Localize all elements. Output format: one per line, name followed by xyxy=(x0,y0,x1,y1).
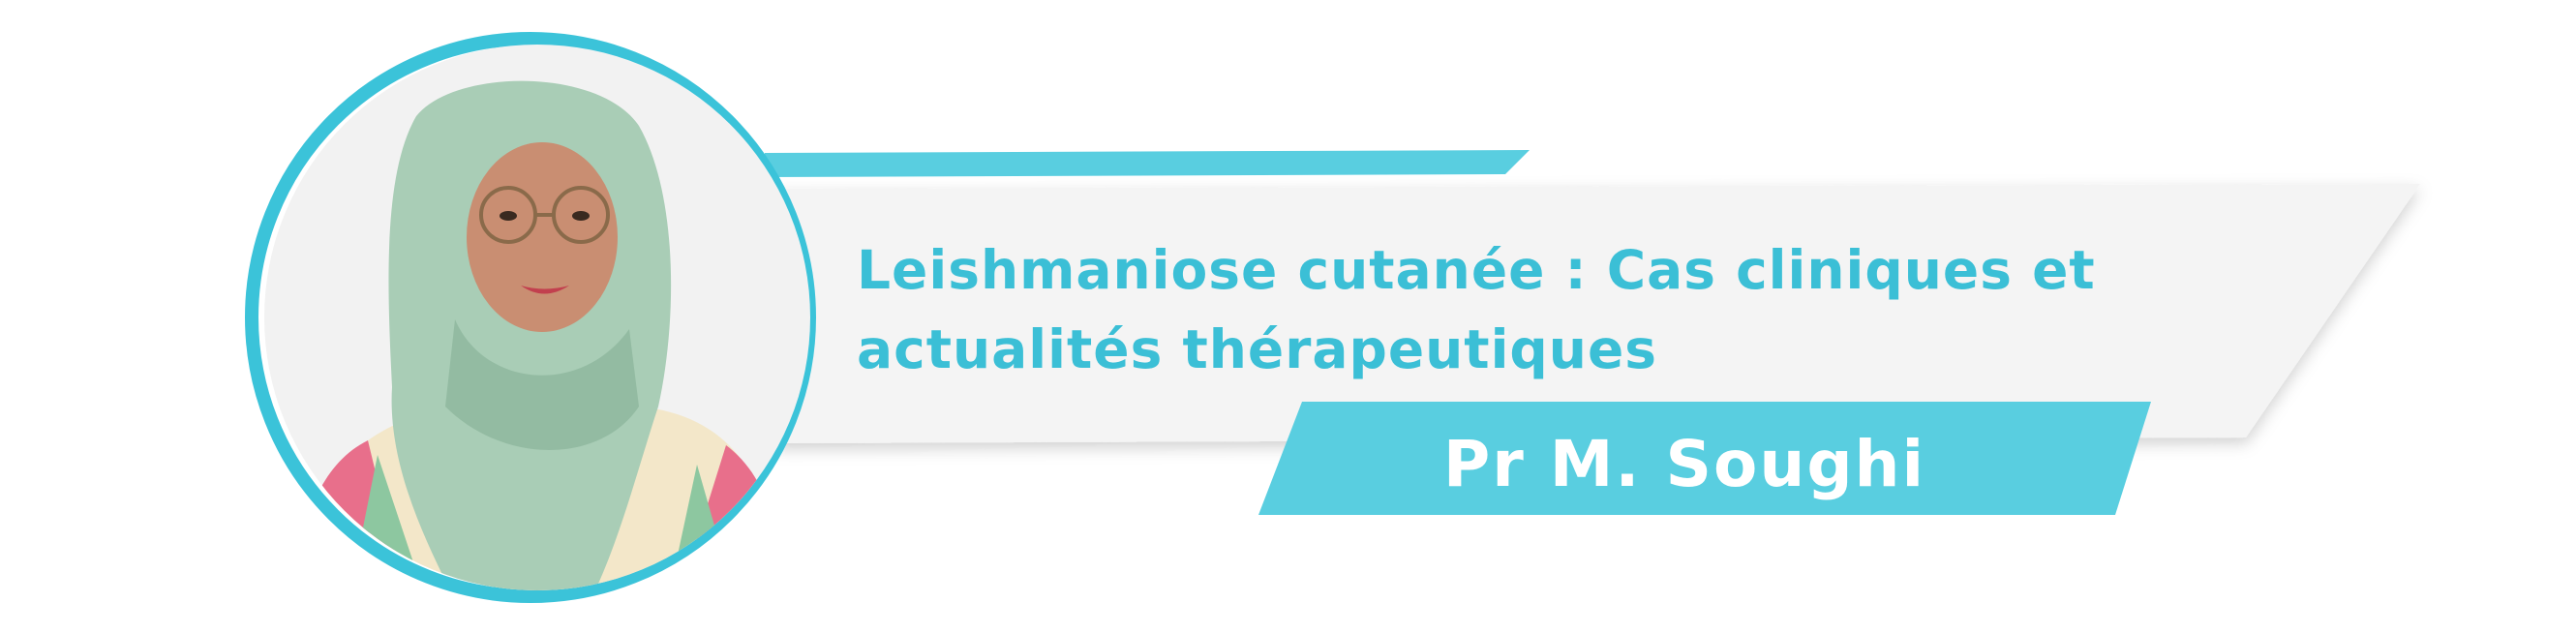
talk-title: Leishmaniose cutanée : Cas cliniques et … xyxy=(857,230,2164,389)
speaker-name: Pr M. Soughi xyxy=(1442,427,1926,501)
talk-title-line-2: actualités thérapeutiques xyxy=(857,318,1657,380)
accent-stripe-top xyxy=(765,150,1530,177)
talk-title-line-1: Leishmaniose cutanée : Cas cliniques et xyxy=(857,239,2096,301)
